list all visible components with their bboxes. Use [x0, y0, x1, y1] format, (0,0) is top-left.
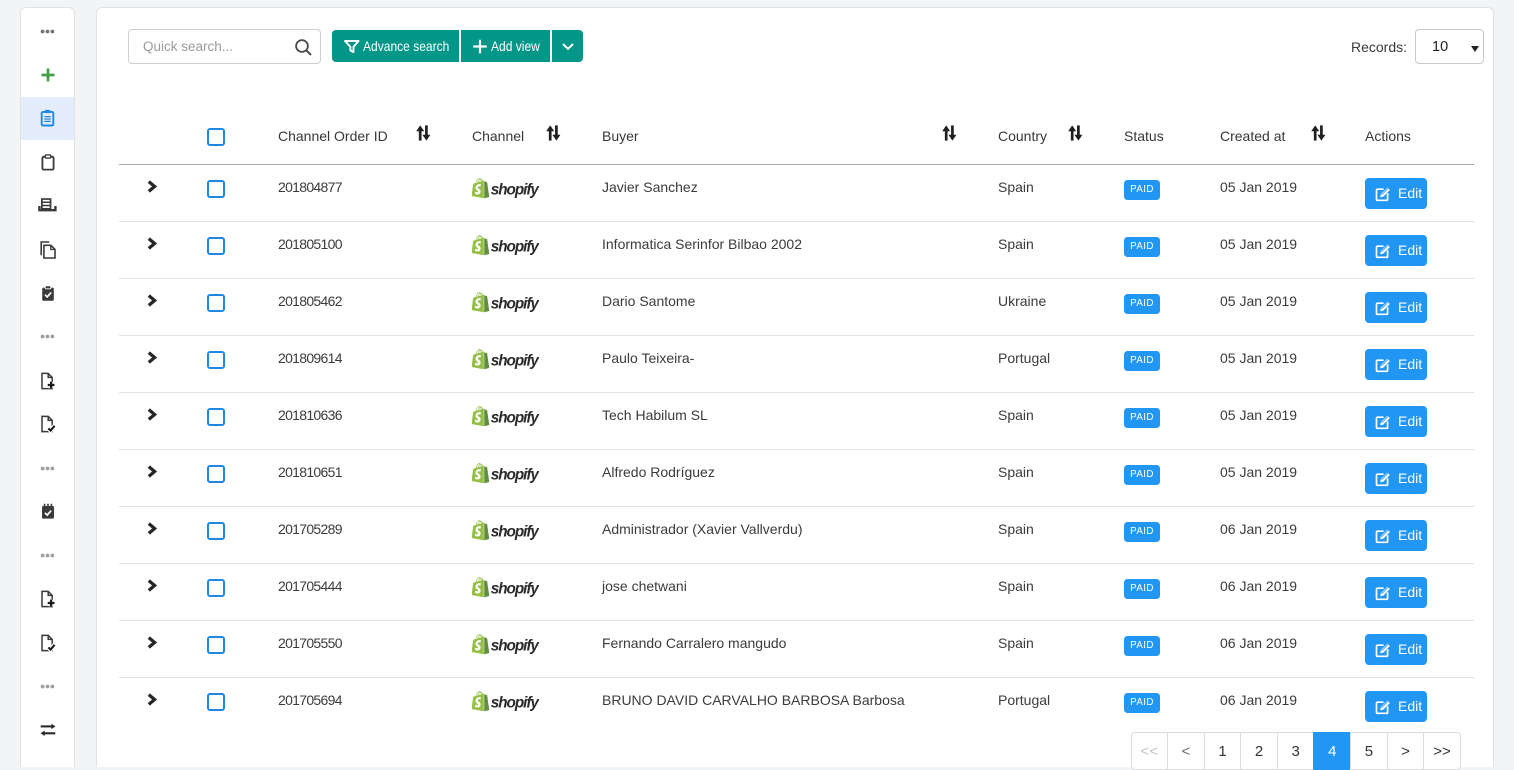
- svg-text:shopify: shopify: [491, 353, 539, 370]
- svg-text:shopify: shopify: [491, 467, 539, 484]
- svg-text:shopify: shopify: [491, 581, 539, 598]
- svg-text:shopify: shopify: [491, 410, 539, 427]
- svg-text:shopify: shopify: [491, 239, 539, 256]
- svg-text:shopify: shopify: [491, 524, 539, 541]
- svg-text:shopify: shopify: [491, 638, 539, 655]
- svg-text:shopify: shopify: [491, 296, 539, 313]
- svg-text:shopify: shopify: [491, 695, 539, 712]
- svg-text:shopify: shopify: [491, 182, 539, 199]
